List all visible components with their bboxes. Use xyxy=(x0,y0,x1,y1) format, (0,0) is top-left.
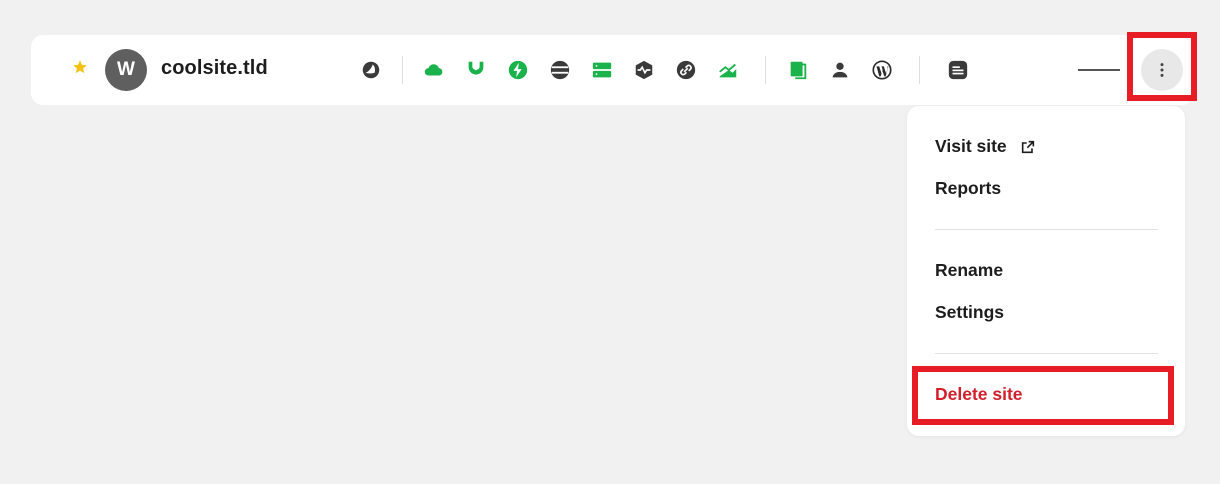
links-icon[interactable] xyxy=(675,59,697,81)
server-icon[interactable] xyxy=(591,59,613,81)
site-actions-menu: Visit site Reports Rename Settings Delet… xyxy=(907,106,1185,436)
uptime-monitor-icon[interactable] xyxy=(633,59,655,81)
menu-item-label: Visit site xyxy=(935,136,1007,156)
analytics-chart-icon[interactable] xyxy=(717,59,739,81)
site-name[interactable]: coolsite.tld xyxy=(161,57,268,80)
menu-item-delete-site[interactable]: Delete site xyxy=(935,384,1023,405)
site-row: W coolsite.tld xyxy=(31,35,1194,105)
database-icon[interactable] xyxy=(549,59,571,81)
more-vertical-icon xyxy=(1160,63,1164,77)
menu-item-reports[interactable]: Reports xyxy=(935,178,1001,199)
star-icon[interactable] xyxy=(71,58,89,76)
avatar: W xyxy=(105,49,147,91)
more-options-button[interactable] xyxy=(1141,49,1183,91)
security-shield-icon[interactable] xyxy=(465,59,487,81)
menu-divider xyxy=(935,353,1158,354)
users-icon[interactable] xyxy=(829,59,851,81)
notes-icon[interactable] xyxy=(947,59,969,81)
menu-divider xyxy=(935,229,1158,230)
performance-bolt-icon[interactable] xyxy=(507,59,529,81)
wordpress-icon[interactable] xyxy=(871,59,893,81)
backups-pages-icon[interactable] xyxy=(787,59,809,81)
cdn-cloud-icon[interactable] xyxy=(422,59,444,81)
menu-item-rename[interactable]: Rename xyxy=(935,260,1003,281)
divider xyxy=(402,56,403,84)
loading-indicator xyxy=(1078,69,1120,71)
menu-item-settings[interactable]: Settings xyxy=(935,302,1004,323)
divider xyxy=(919,56,920,84)
divider xyxy=(765,56,766,84)
external-link-icon xyxy=(1021,140,1034,153)
menu-item-visit-site[interactable]: Visit site xyxy=(935,136,1036,157)
cloudflare-icon[interactable] xyxy=(360,59,382,81)
